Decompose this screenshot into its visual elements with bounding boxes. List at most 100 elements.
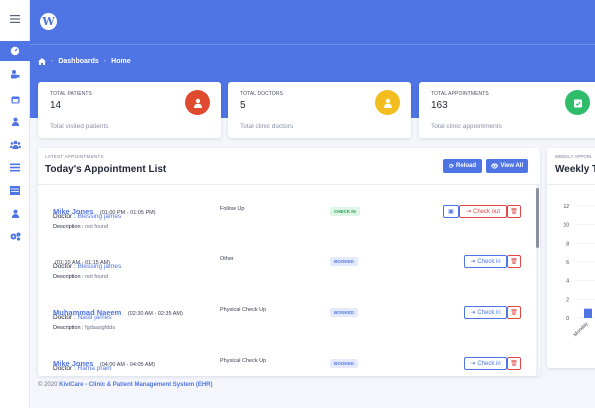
appointment-description: Description : not found <box>53 274 108 280</box>
sidebar-item-settings[interactable] <box>0 226 30 246</box>
stat-subtitle: Total clinic appointments <box>431 123 502 130</box>
stat-value: 163 <box>431 100 448 111</box>
list-icon <box>10 163 20 171</box>
sidebar-item-profile[interactable] <box>0 203 30 223</box>
logo-letter: W <box>42 15 55 28</box>
doctor-label: Doctor : <box>53 263 76 270</box>
user-icon <box>11 117 19 126</box>
appointment-doctor: Doctor : Nasti james <box>53 314 112 321</box>
doctor-name[interactable]: Rama pram <box>78 365 112 372</box>
footer-brand-link[interactable]: KiviCare - Clinic & Patient Management S… <box>59 382 212 388</box>
gears-icon <box>10 232 20 241</box>
x-category-label: Monday <box>573 321 590 338</box>
calendar-check-icon <box>565 90 590 115</box>
dashboard-gauge-icon <box>10 46 20 56</box>
check-out-button[interactable]: ⇥ Check out <box>459 205 507 218</box>
wordpress-logo-icon[interactable]: W <box>40 13 57 30</box>
sidebar-item-doctors[interactable] <box>0 64 30 84</box>
doctor-name[interactable]: Blessing james <box>78 263 122 270</box>
appointment-description: Description : not found <box>53 224 108 230</box>
view-all-label: View All <box>500 163 524 169</box>
description-value: not found <box>85 224 109 230</box>
y-tick-label: 10 <box>563 223 569 229</box>
user-icon <box>11 209 19 218</box>
y-tick-label: 12 <box>563 204 569 210</box>
check-in-button[interactable]: ⇥ Check in <box>464 255 507 268</box>
status-badge: BOOKED <box>330 257 358 266</box>
description-label: Description : <box>53 325 84 331</box>
y-tick-label: 2 <box>566 297 569 303</box>
stat-value: 14 <box>50 100 62 111</box>
doctor-name[interactable]: Blessing james <box>78 213 122 220</box>
appointment-row: (01:10 AM - 01:15 AM) Doctor : Blessing … <box>38 251 534 301</box>
footer: © 2020 KiviCare - Clinic & Patient Manag… <box>38 382 212 388</box>
sidebar-item-receptionists[interactable] <box>0 134 30 154</box>
trash-icon: 🗑 <box>510 259 518 265</box>
doctor-name[interactable]: Nasti james <box>78 314 112 321</box>
appointment-description: Description : fgdaasgfdds <box>53 325 115 331</box>
footer-copyright: © 2020 <box>38 382 58 388</box>
header-divider <box>30 44 595 45</box>
stat-subtitle: Total visited patients <box>50 123 109 130</box>
appointment-doctor: Doctor : Blessing james <box>53 213 121 220</box>
refresh-icon: ⟳ <box>448 163 454 170</box>
weekly-chart: 12 10 8 6 4 2 0 Monday <box>563 204 595 338</box>
delete-button[interactable]: 🗑 <box>507 306 521 319</box>
scrollbar-thumb[interactable] <box>536 188 539 248</box>
breadcrumb-dashboards[interactable]: Dashboards <box>58 58 98 65</box>
breadcrumb-home: Home <box>111 58 131 65</box>
doctor-label: Doctor : <box>53 213 76 220</box>
view-all-button[interactable]: 👁 View All <box>486 159 528 173</box>
sidebar-item-services[interactable] <box>0 157 30 177</box>
status-badge: BOOKED <box>330 359 358 368</box>
sign-in-icon: ⇥ <box>470 361 476 367</box>
appointment-type: Other <box>220 256 234 262</box>
doctor-label: Doctor : <box>53 314 76 321</box>
delete-button[interactable]: 🗑 <box>507 255 521 268</box>
sign-in-icon: ⇥ <box>470 259 476 265</box>
sidebar-item-dashboard[interactable] <box>0 41 30 61</box>
breadcrumb-separator: - <box>51 58 54 65</box>
patient-icon <box>185 90 210 115</box>
y-tick-label: 8 <box>566 241 569 247</box>
chart-bar[interactable] <box>584 308 592 318</box>
check-in-button[interactable]: ⇥ Check in <box>464 306 507 319</box>
sidebar-item-appointments[interactable] <box>0 89 30 109</box>
appointment-type: Follow Up <box>220 206 245 212</box>
trash-icon: 🗑 <box>510 361 518 367</box>
sidebar <box>0 0 30 408</box>
weekly-kicker: WEEKLY APPOIN <box>555 154 592 159</box>
y-tick-label: 4 <box>566 279 569 285</box>
y-tick-label: 6 <box>566 260 569 266</box>
description-label: Description : <box>53 274 84 280</box>
stat-card-patients: TOTAL PATIENTS 14 Total visited patients <box>38 82 221 138</box>
home-icon[interactable] <box>38 58 46 65</box>
reload-button[interactable]: ⟳ Reload <box>443 159 482 173</box>
eye-icon: 👁 <box>490 163 499 170</box>
stat-value: 5 <box>240 100 246 111</box>
stat-title: TOTAL DOCTORS <box>240 91 284 97</box>
hamburger-menu-icon[interactable] <box>0 9 30 29</box>
sidebar-item-patients[interactable] <box>0 111 30 131</box>
appointment-row: Mike Jones (04:00 AM - 04:05 AM) Doctor … <box>38 353 534 376</box>
delete-button[interactable]: 🗑 <box>507 357 521 370</box>
check-in-button[interactable]: ⇥ Check in <box>464 357 507 370</box>
video-camera-icon: ▣ <box>448 209 454 215</box>
calendar-icon <box>11 96 19 103</box>
delete-button[interactable]: 🗑 <box>507 205 521 218</box>
breadcrumb-separator: - <box>103 58 107 65</box>
stat-title: TOTAL APPOINTMENTS <box>431 91 489 97</box>
trash-icon: 🗑 <box>510 209 518 215</box>
weekly-title: Weekly To <box>555 164 595 175</box>
appointment-list-card: LATEST APPOINTMENTS Today's Appointment … <box>38 148 540 376</box>
card-divider <box>547 184 595 185</box>
appointment-type: Physical Check Up <box>220 358 267 364</box>
stat-subtitle: Total clinic doctors <box>240 123 294 130</box>
description-value: fgdaasgfdds <box>85 325 116 331</box>
sidebar-item-encounters[interactable] <box>0 180 30 200</box>
stat-title: TOTAL PATIENTS <box>50 91 92 97</box>
sign-in-icon: ⇥ <box>470 310 476 316</box>
camera-button[interactable]: ▣ <box>443 205 459 218</box>
doctor-icon <box>11 70 20 79</box>
appointment-doctor: Doctor : Blessing james <box>53 263 121 270</box>
